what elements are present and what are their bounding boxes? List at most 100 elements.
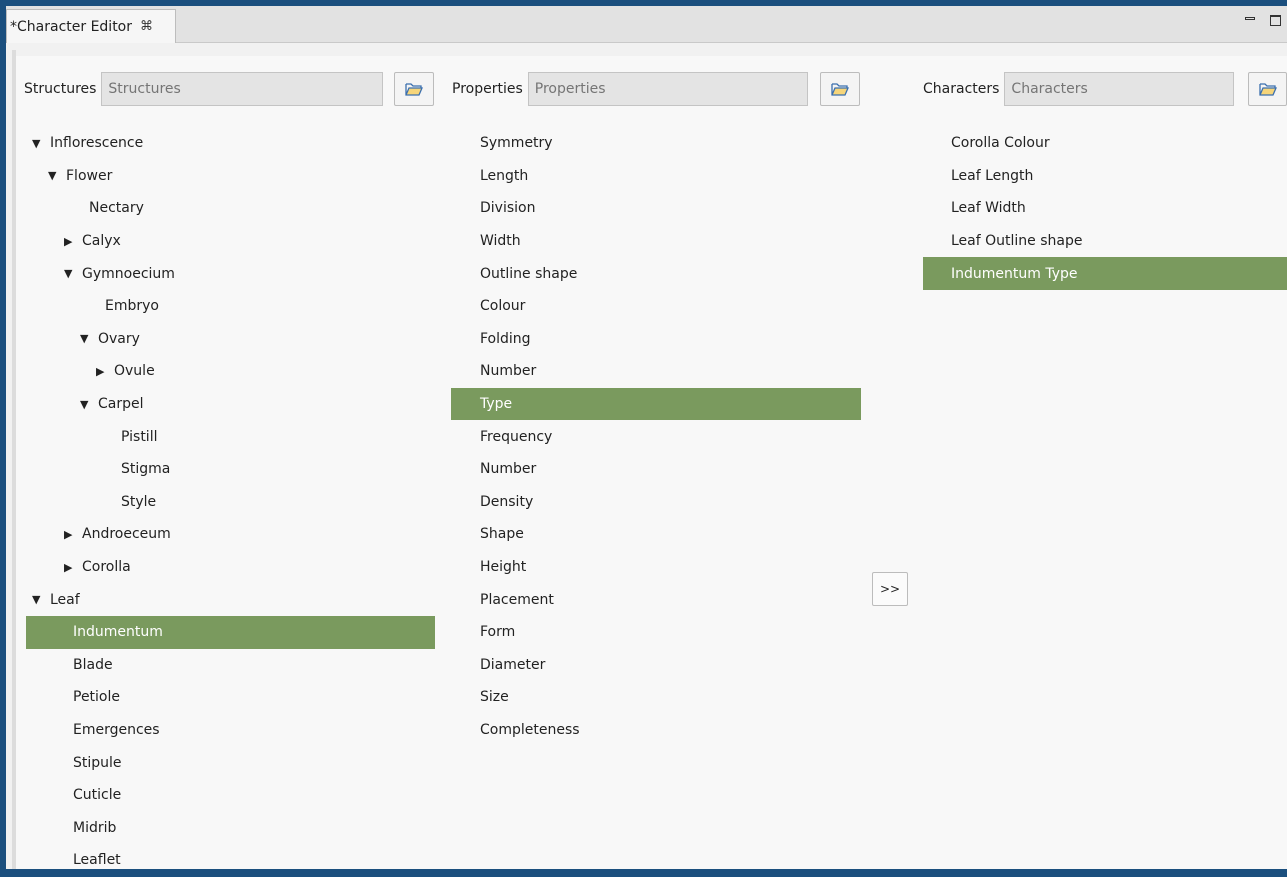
tree-item-label: Emergences — [73, 721, 160, 738]
list-item[interactable]: Completeness — [451, 714, 861, 747]
list-item[interactable]: Height — [451, 551, 861, 584]
properties-open-button[interactable] — [820, 72, 860, 106]
open-folder-icon — [1258, 83, 1277, 96]
list-item[interactable]: Symmetry — [451, 127, 861, 160]
tree-item[interactable]: ▼ Inflorescence — [26, 127, 435, 160]
tree-item[interactable]: ▶ Calyx — [26, 225, 435, 258]
tree-item[interactable]: ▶Pistill — [26, 420, 435, 453]
tree-item-label: Stigma — [121, 461, 171, 478]
characters-open-button[interactable] — [1248, 72, 1287, 106]
tree-item[interactable]: ▶Stigma — [26, 453, 435, 486]
list-item-label: Number — [480, 363, 537, 380]
list-item-label: Frequency — [480, 428, 553, 445]
list-item[interactable]: Length — [451, 160, 861, 193]
list-item[interactable]: Density — [451, 486, 861, 519]
collapse-arrow-icon[interactable]: ▼ — [32, 137, 50, 150]
expand-arrow-icon[interactable]: ▶ — [64, 561, 82, 574]
tree-item[interactable]: ▶Emergences — [26, 714, 435, 747]
tree-item[interactable]: ▶Petiole — [26, 681, 435, 714]
tree-item-label: Inflorescence — [50, 135, 144, 152]
tree-item[interactable]: ▼ Ovary — [26, 323, 435, 356]
list-item-label: Size — [480, 689, 509, 706]
tree-item[interactable]: ▶Style — [26, 486, 435, 519]
tree-item[interactable]: ▶Midrib — [26, 811, 435, 844]
tree-item[interactable]: ▶Embryo — [26, 290, 435, 323]
list-item[interactable]: Placement — [451, 583, 861, 616]
list-item[interactable]: Form — [451, 616, 861, 649]
tab-title: *Character Editor — [10, 18, 133, 35]
properties-filter-input[interactable] — [527, 72, 808, 106]
list-item-label: Density — [480, 493, 534, 510]
tree-item-label: Leaflet — [73, 852, 121, 869]
collapse-arrow-icon[interactable]: ▼ — [80, 398, 98, 411]
tree-item[interactable]: ▼ Gymnoecium — [26, 257, 435, 290]
list-item-label: Form — [480, 624, 516, 641]
list-item[interactable]: Size — [451, 681, 861, 714]
list-item[interactable]: Number — [451, 453, 861, 486]
tree-item-label: Ovary — [98, 330, 140, 347]
tree-item[interactable]: ▶Stipule — [26, 746, 435, 779]
structures-label: Structures — [24, 81, 97, 97]
tree-item[interactable]: ▶Blade — [26, 649, 435, 682]
collapse-arrow-icon[interactable]: ▼ — [64, 267, 82, 280]
tree-item[interactable]: ▶ Androeceum — [26, 518, 435, 551]
list-item-label: Indumentum Type — [951, 265, 1078, 282]
minimize-icon[interactable] — [1245, 14, 1256, 25]
list-item-label: Completeness — [480, 721, 580, 738]
structures-tree: ▼Inflorescence▼Flower▶Nectary▶Calyx▼Gymn… — [26, 127, 435, 877]
list-item[interactable]: Width — [451, 225, 861, 258]
tree-item[interactable]: ▼ Carpel — [26, 388, 435, 421]
tree-item[interactable]: ▶Cuticle — [26, 779, 435, 812]
tree-item-label: Embryo — [105, 298, 159, 315]
list-item[interactable]: Outline shape — [451, 257, 861, 290]
properties-label: Properties — [452, 81, 523, 97]
list-item[interactable]: Leaf Length — [923, 160, 1287, 193]
structures-filter-input[interactable] — [101, 72, 384, 106]
list-item[interactable]: Division — [451, 192, 861, 225]
list-item[interactable]: Indumentum Type — [923, 257, 1287, 290]
tree-item[interactable]: ▶ Corolla — [26, 551, 435, 584]
tree-item[interactable]: ▶Nectary — [26, 192, 435, 225]
list-item[interactable]: Shape — [451, 518, 861, 551]
move-to-characters-button[interactable]: >> — [872, 572, 908, 606]
editor-window: *Character Editor ⌘ Structures ▼Inflores… — [6, 6, 1287, 869]
list-item[interactable]: Colour — [451, 290, 861, 323]
list-item-label: Division — [480, 200, 536, 217]
list-item-label: Width — [480, 233, 521, 250]
characters-filter-input[interactable] — [1004, 72, 1235, 106]
structures-open-button[interactable] — [394, 72, 434, 106]
tree-item[interactable]: ▶ Ovule — [26, 355, 435, 388]
list-item[interactable]: Diameter — [451, 649, 861, 682]
list-item[interactable]: Folding — [451, 323, 861, 356]
list-item[interactable]: Frequency — [451, 420, 861, 453]
list-item-label: Diameter — [480, 656, 546, 673]
tree-item[interactable]: ▼ Flower — [26, 160, 435, 193]
maximize-icon[interactable] — [1270, 14, 1281, 26]
tree-item[interactable]: ▶Leaflet — [26, 844, 435, 877]
collapse-arrow-icon[interactable]: ▼ — [32, 593, 50, 606]
open-folder-icon — [831, 83, 849, 96]
collapse-arrow-icon[interactable]: ▼ — [80, 332, 98, 345]
tree-item-label: Carpel — [98, 396, 144, 413]
list-item[interactable]: Type — [451, 387, 861, 421]
list-item-label: Corolla Colour — [951, 135, 1050, 152]
list-item[interactable]: Number — [451, 355, 861, 388]
tree-item-label: Petiole — [73, 689, 121, 706]
list-item-label: Outline shape — [480, 265, 578, 282]
tree-item[interactable]: ▶Indumentum — [26, 615, 435, 649]
tree-item-label: Pistill — [121, 428, 158, 445]
list-item-label: Leaf Width — [951, 200, 1026, 217]
expand-arrow-icon[interactable]: ▶ — [96, 365, 114, 378]
expand-arrow-icon[interactable]: ▶ — [64, 235, 82, 248]
tree-item[interactable]: ▼ Leaf — [26, 583, 435, 616]
list-item-label: Leaf Outline shape — [951, 233, 1083, 250]
close-tab-icon[interactable]: ⌘ — [140, 19, 153, 34]
tab-bar: *Character Editor ⌘ — [6, 6, 1287, 43]
list-item[interactable]: Corolla Colour — [923, 127, 1287, 160]
list-item[interactable]: Leaf Width — [923, 192, 1287, 225]
list-item[interactable]: Leaf Outline shape — [923, 225, 1287, 258]
tab-character-editor[interactable]: *Character Editor ⌘ — [6, 9, 176, 43]
expand-arrow-icon[interactable]: ▶ — [64, 528, 82, 541]
collapse-arrow-icon[interactable]: ▼ — [48, 169, 66, 182]
list-item-label: Shape — [480, 526, 524, 543]
